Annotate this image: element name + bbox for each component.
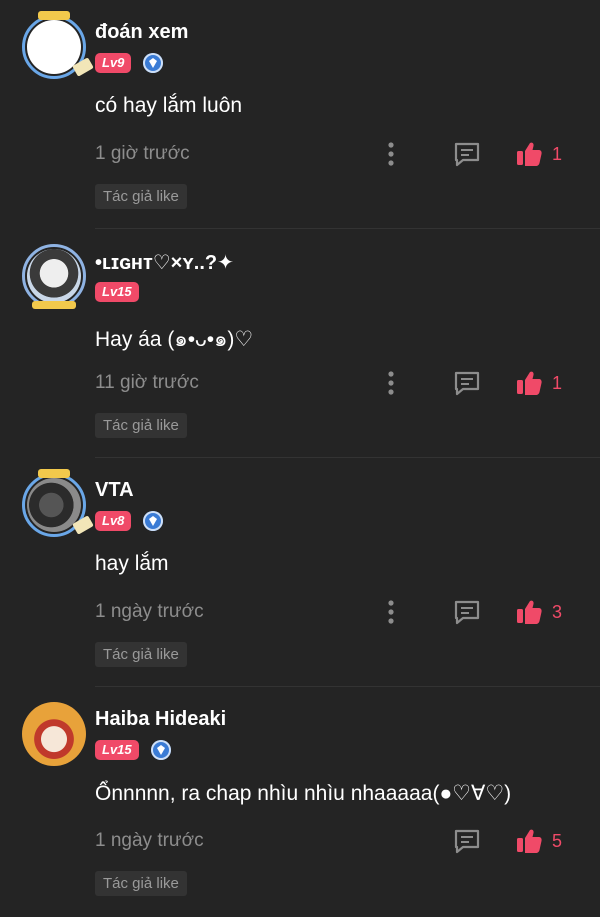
comment-text: Ổnnnnn, ra chap nhìu nhìu nhaaaaa(●♡∀♡) (95, 782, 512, 805)
more-vertical-icon[interactable] (386, 370, 396, 396)
writer-badge (38, 469, 70, 478)
avatar[interactable] (22, 244, 86, 309)
comment-text: Hay áa (๑•ᴗ•๑)♡ (95, 328, 254, 351)
more-vertical-icon[interactable] (386, 141, 396, 167)
comment-item: •ʟɪɢʜᴛ♡×ʏ..?✦ Lv15 Hay áa (๑•ᴗ•๑)♡ 11 gi… (0, 229, 600, 458)
like-count: 1 (552, 373, 563, 393)
comment-list: đoán xem Lv9 có hay lắm luôn 1 giờ trước… (0, 0, 600, 916)
like-count: 1 (552, 144, 563, 164)
author-like-tag: Tác giả like (95, 413, 187, 438)
avatar[interactable] (22, 702, 86, 766)
thumbs-up-icon[interactable] (515, 827, 543, 855)
comment-text: có hay lắm luôn (95, 94, 243, 117)
comment-item: Haiba Hideaki Lv15 Ổnnnnn, ra chap nhìu … (0, 687, 600, 916)
username[interactable]: đoán xem (95, 21, 188, 44)
comment-icon[interactable] (453, 141, 481, 167)
comment-icon[interactable] (453, 828, 481, 854)
author-like-tag: Tác giả like (95, 871, 187, 896)
verified-badge-icon (150, 740, 171, 760)
comment-icon[interactable] (453, 599, 481, 625)
timestamp: 1 ngày trước (95, 830, 204, 851)
thumbs-up-icon[interactable] (515, 140, 543, 168)
username[interactable]: Haiba Hideaki (95, 708, 226, 731)
verified-badge-icon (143, 53, 164, 73)
like-count: 3 (552, 602, 563, 622)
level-badge: Lv15 (95, 740, 139, 760)
avatar[interactable] (22, 11, 94, 79)
like-count: 5 (552, 831, 563, 851)
avatar-frame (22, 244, 86, 308)
timestamp: 11 giờ trước (95, 372, 199, 393)
level-badge: Lv15 (95, 282, 139, 302)
timestamp: 1 giờ trước (95, 143, 190, 164)
comment-item: đoán xem Lv9 có hay lắm luôn 1 giờ trước… (0, 0, 600, 229)
timestamp: 1 ngày trước (95, 601, 204, 622)
avatar-image (22, 702, 86, 766)
level-badge: Lv9 (95, 53, 132, 73)
comment-item: VTA Lv8 hay lắm 1 ngày trước 3 Tác giả l… (0, 458, 600, 687)
thumbs-up-icon[interactable] (515, 369, 543, 397)
comment-icon[interactable] (453, 370, 481, 396)
avatar[interactable] (22, 469, 94, 537)
comment-text: hay lắm (95, 552, 169, 575)
username[interactable]: VTA (95, 479, 134, 502)
avatar-nameplate (32, 301, 76, 309)
username[interactable]: •ʟɪɢʜᴛ♡×ʏ..?✦ (95, 250, 234, 275)
verified-badge-icon (143, 511, 164, 531)
author-like-tag: Tác giả like (95, 642, 187, 667)
author-like-tag: Tác giả like (95, 184, 187, 209)
level-badge: Lv8 (95, 511, 132, 531)
thumbs-up-icon[interactable] (515, 598, 543, 626)
more-vertical-icon[interactable] (386, 599, 396, 625)
writer-badge (38, 11, 70, 20)
